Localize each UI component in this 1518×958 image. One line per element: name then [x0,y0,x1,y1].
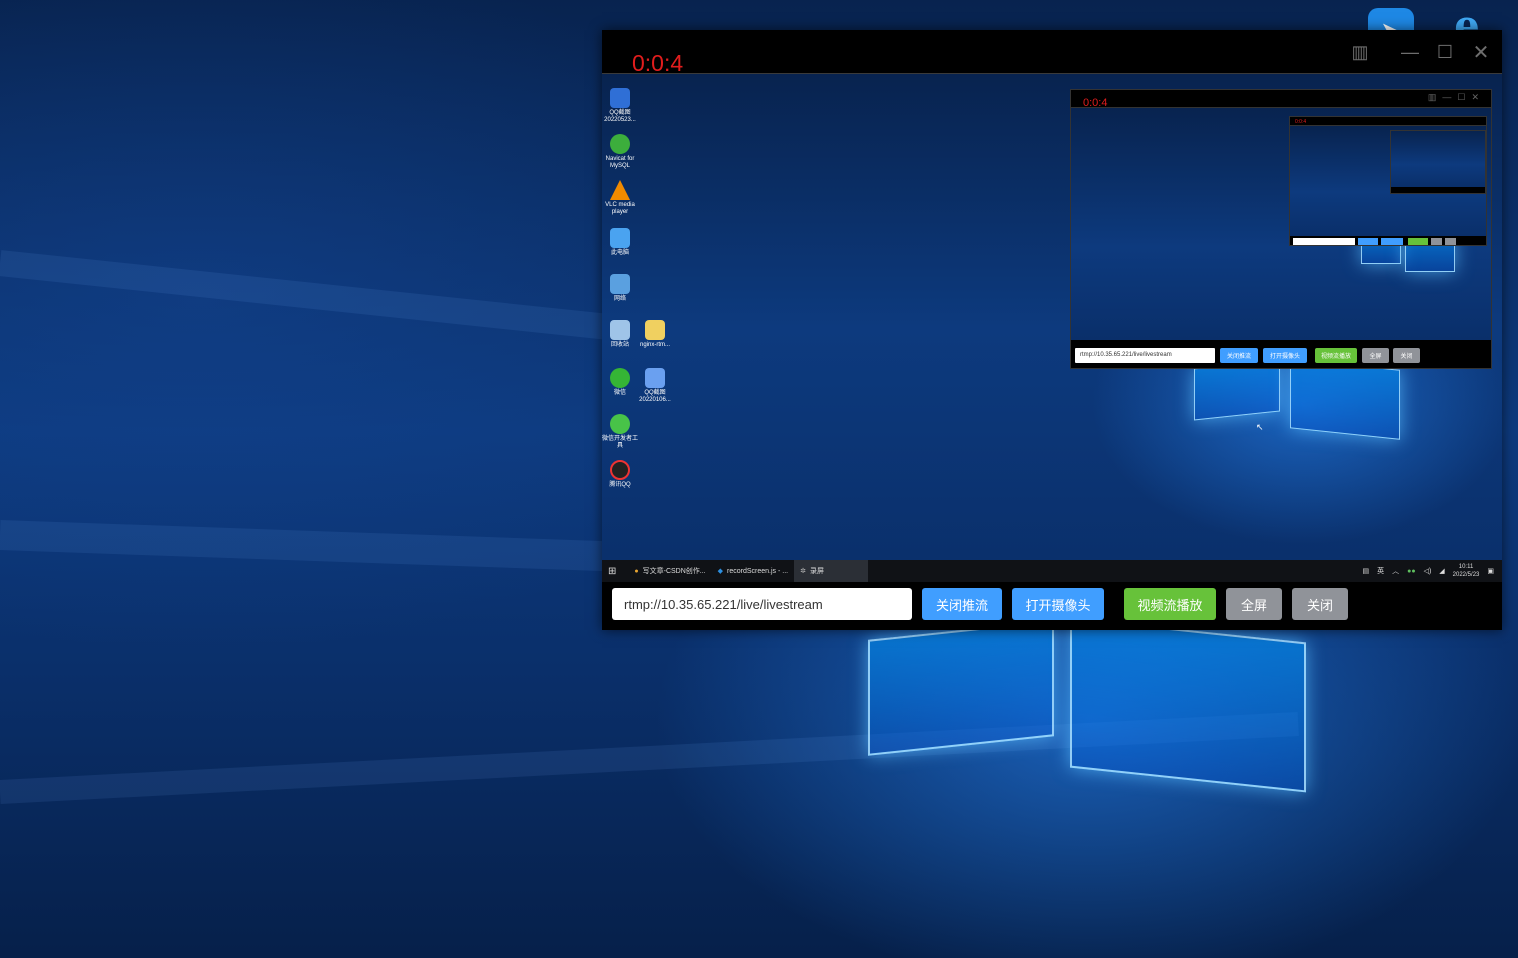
preview-taskbar: ⊞ ● 写文章-CSDN创作... ◆ recordScreen.js - ..… [602,560,1502,582]
windows-logo-pane [1070,617,1306,793]
nested-screen: 0:0:4 [1071,108,1491,340]
mouse-cursor-icon: ↖ [1256,422,1264,432]
network-icon [610,274,630,294]
screen-preview: QQ截图 20220523... Navicat for MySQL VLC m… [602,74,1502,582]
close-window-button[interactable]: ✕ [1465,38,1497,66]
volume-icon: ◁) [1423,568,1432,575]
nested-window-controls: ▥—☐✕ [1427,92,1485,102]
recording-timer: 0:0:4 [632,50,684,76]
minimize-button[interactable]: — [1394,38,1426,66]
preview-desktop-icon: Navicat for MySQL [602,134,643,170]
network-icon: ◢ [1439,568,1445,575]
vscode-icon: ◆ [717,568,724,575]
nested-title-bar: 0:0:4 ▥—☐✕ [1071,90,1491,109]
nested-button [1431,238,1442,245]
nested-preview-window-level3 [1390,130,1486,194]
chrome-icon: ● [634,567,639,575]
nested-fullscreen-button: 全屏 [1362,348,1389,363]
navicat-icon [610,134,630,154]
preview-desktop-icon: QQ截图 20220523... [602,88,643,124]
nested-stop-push-button: 关闭推流 [1220,348,1258,363]
tray-apps-icon: ●● [1407,567,1416,575]
taskbar-item: ◆ recordScreen.js - ... [717,567,789,576]
nested-play-stream-button: 视频流播放 [1315,348,1357,363]
qq-icon [610,460,630,480]
monitor-icon[interactable]: ▥ [1344,38,1376,66]
keyboard-icon: ▤ [1362,568,1370,575]
preview-desktop-icon: 此电脑 [602,228,643,257]
nested-preview-window-level2: 0:0:4 [1289,116,1487,246]
preview-desktop-icon: 网络 [602,274,643,303]
folder-icon [645,320,665,340]
nested-toolbar [1391,187,1485,193]
nested-toolbar: rtmp://10.35.65.221/live/livestream 关闭推流… [1071,340,1491,368]
recycle-bin-icon [610,320,630,340]
nested-button [1445,238,1456,245]
record-app-icon: ✲ [800,568,806,575]
nested-title-bar: 0:0:4 [1290,117,1486,126]
title-bar[interactable]: 0:0:4 ▥ — ☐ ✕ [602,30,1502,76]
preview-desktop-icon: QQ截图 20220106... [632,368,678,404]
system-tray: ▤ 英 ︿ ●● ◁) ◢ 10:11 2022/5/23 ▣ [1362,560,1494,582]
notification-icon: ▣ [1487,568,1494,575]
vlc-icon [610,180,630,200]
nested-screen [1391,131,1485,187]
control-bar: 关闭推流 打开摄像头 视频流播放 全屏 关闭 [602,582,1502,630]
nested-button [1408,238,1428,245]
windows-logo-pane [1290,358,1400,440]
stop-push-button[interactable]: 关闭推流 [922,588,1002,620]
record-screen-window: 0:0:4 ▥ — ☐ ✕ QQ截图 20220523... Navicat f… [602,30,1502,630]
nested-button [1381,238,1403,245]
stream-url-input[interactable] [612,588,912,620]
preview-desktop-icon: nginx-rtm... [632,320,678,349]
nested-open-camera-button: 打开摄像头 [1263,348,1307,363]
screenshot-file-icon [645,368,665,388]
taskbar-item: ● 写文章-CSDN创作... [634,567,706,576]
nested-close-button: 关闭 [1393,348,1420,363]
input-method-indicator: 英 [1377,568,1385,575]
wechat-devtools-icon [610,414,630,434]
open-camera-button[interactable]: 打开摄像头 [1012,588,1104,620]
computer-icon [610,228,630,248]
nested-url-input: rtmp://10.35.65.221/live/livestream [1075,348,1215,363]
play-stream-button[interactable]: 视频流播放 [1124,588,1216,620]
preview-desktop-icon: 腾讯QQ [602,460,643,489]
nested-button [1358,238,1378,245]
windows-start-icon: ⊞ [608,565,617,577]
nested-screen [1290,126,1486,236]
maximize-button[interactable]: ☐ [1429,38,1461,66]
close-button[interactable]: 关闭 [1292,588,1348,620]
screenshot-file-icon [610,88,630,108]
preview-desktop-icon: VLC media player [602,180,643,216]
nested-url-input [1293,238,1355,245]
nested-toolbar [1290,236,1486,245]
wechat-icon [610,368,630,388]
tray-chevron-icon: ︿ [1392,568,1400,575]
windows-logo-pane [868,620,1054,756]
taskbar-item-active: ✲ 录屏 [794,560,869,582]
fullscreen-button[interactable]: 全屏 [1226,588,1282,620]
clock: 10:11 2022/5/23 [1452,564,1480,578]
preview-desktop-icon: 微信开发者工 具 [602,414,643,450]
nested-preview-window: 0:0:4 ▥—☐✕ 0:0:4 rtmp://10.35.65.221/liv… [1070,89,1492,369]
